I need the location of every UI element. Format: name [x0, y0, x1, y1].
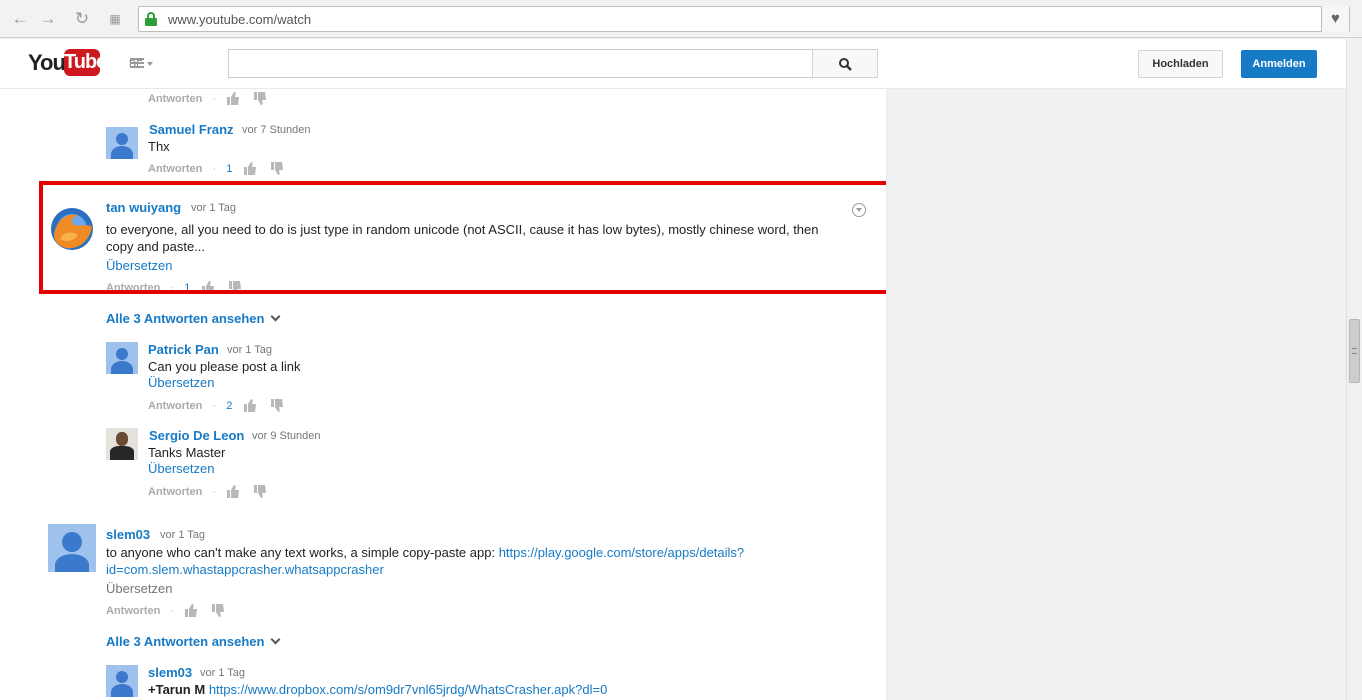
comment-author[interactable]: Patrick Pan [148, 342, 219, 357]
reload-icon[interactable]: ↻ [72, 9, 92, 29]
reply-button[interactable]: Antworten [148, 93, 202, 105]
translate-link[interactable]: Übersetzen [148, 375, 214, 390]
reply-actions: Antworten · [148, 485, 277, 499]
bookmark-heart-icon[interactable]: ♥ [1321, 6, 1349, 32]
logo-tube-text: Tube [64, 49, 107, 76]
signin-button[interactable]: Anmelden [1241, 50, 1317, 78]
comment-time[interactable]: vor 9 Stunden [252, 430, 321, 442]
scrollbar-thumb[interactable] [1349, 319, 1360, 383]
thumbs-up-icon[interactable] [226, 92, 240, 105]
comment-text: Tanks Master [148, 445, 226, 460]
logo-you-text: You [28, 50, 66, 75]
translate-link[interactable]: Übersetzen [148, 461, 214, 476]
avatar[interactable] [106, 665, 138, 697]
apps-grid-icon[interactable]: ▦ [105, 9, 125, 29]
highlight-box [39, 181, 886, 294]
view-replies-label: Alle 3 Antworten ansehen [106, 311, 265, 326]
reply-button[interactable]: Antworten [148, 486, 202, 498]
comment-text: Thx [148, 139, 170, 154]
url-text: www.youtube.com/watch [168, 12, 312, 27]
comment-time[interactable]: vor 1 Tag [227, 344, 272, 356]
page-scrollbar[interactable] [1346, 39, 1362, 700]
thumbs-up-icon[interactable] [243, 162, 257, 175]
avatar[interactable] [106, 428, 138, 460]
comment-text: +Tarun M https://www.dropbox.com/s/om9dr… [148, 681, 848, 698]
thumbs-down-icon[interactable] [211, 604, 225, 617]
thumbs-up-icon[interactable] [184, 604, 198, 617]
search-button[interactable] [812, 49, 878, 78]
upload-button[interactable]: Hochladen [1138, 50, 1223, 78]
address-bar[interactable]: www.youtube.com/watch ♥ [138, 6, 1350, 32]
chevron-down-icon [270, 311, 281, 322]
comment-text: Can you please post a link [148, 359, 301, 374]
comment-author[interactable]: slem03 [148, 665, 192, 680]
forward-icon[interactable]: → [38, 9, 58, 29]
thumbs-down-icon[interactable] [253, 485, 267, 498]
comment-time[interactable]: vor 7 Stunden [242, 124, 311, 136]
reply-button[interactable]: Antworten [148, 163, 202, 175]
comment-author[interactable]: Sergio De Leon [149, 428, 244, 443]
avatar[interactable] [48, 524, 96, 572]
comment-text-body: to anyone who can't make any text works,… [106, 545, 499, 560]
comments-section: Antworten · Samuel Franz vor 7 Stunden T… [0, 89, 887, 700]
view-replies-link[interactable]: Alle 3 Antworten ansehen [106, 311, 281, 326]
avatar[interactable] [106, 342, 138, 374]
like-count: 2 [226, 399, 233, 412]
comment-author[interactable]: Samuel Franz [149, 122, 234, 137]
comment-time[interactable]: vor 1 Tag [160, 529, 205, 541]
view-replies-link[interactable]: Alle 3 Antworten ansehen [106, 634, 281, 649]
reply-actions: Antworten · 1 [148, 162, 294, 176]
thumbs-up-icon[interactable] [226, 485, 240, 498]
mention[interactable]: +Tarun M [148, 682, 205, 697]
back-icon[interactable]: ← [10, 9, 30, 29]
reply-button[interactable]: Antworten [106, 605, 160, 617]
reply-button[interactable]: Antworten [148, 400, 202, 412]
view-replies-label: Alle 3 Antworten ansehen [106, 634, 265, 649]
comment-link[interactable]: https://www.dropbox.com/s/om9dr7vnl65jrd… [209, 682, 608, 697]
guide-menu-icon[interactable] [130, 55, 156, 73]
search-icon [839, 58, 852, 71]
thumbs-down-icon[interactable] [253, 92, 267, 105]
youtube-masthead: You Tube DE Hochladen Anmelden [0, 39, 1346, 89]
reply-actions: Antworten · 2 [148, 399, 294, 413]
browser-toolbar: ← → ↻ ▦ www.youtube.com/watch ♥ [0, 0, 1362, 38]
avatar[interactable] [106, 127, 138, 159]
chevron-down-icon [270, 634, 281, 645]
comment-time[interactable]: vor 1 Tag [200, 667, 245, 679]
thumbs-down-icon[interactable] [270, 399, 284, 412]
comment-author[interactable]: slem03 [106, 527, 150, 542]
thumbs-up-icon[interactable] [243, 399, 257, 412]
thumbs-down-icon[interactable] [270, 162, 284, 175]
lock-icon [145, 12, 157, 26]
translate-link[interactable]: Übersetzen [106, 581, 172, 596]
like-count: 1 [226, 162, 233, 175]
search-input[interactable] [228, 49, 813, 78]
comment-text: to anyone who can't make any text works,… [106, 544, 766, 578]
reply-actions: Antworten · [106, 604, 235, 618]
reply-actions: Antworten · [148, 92, 277, 106]
